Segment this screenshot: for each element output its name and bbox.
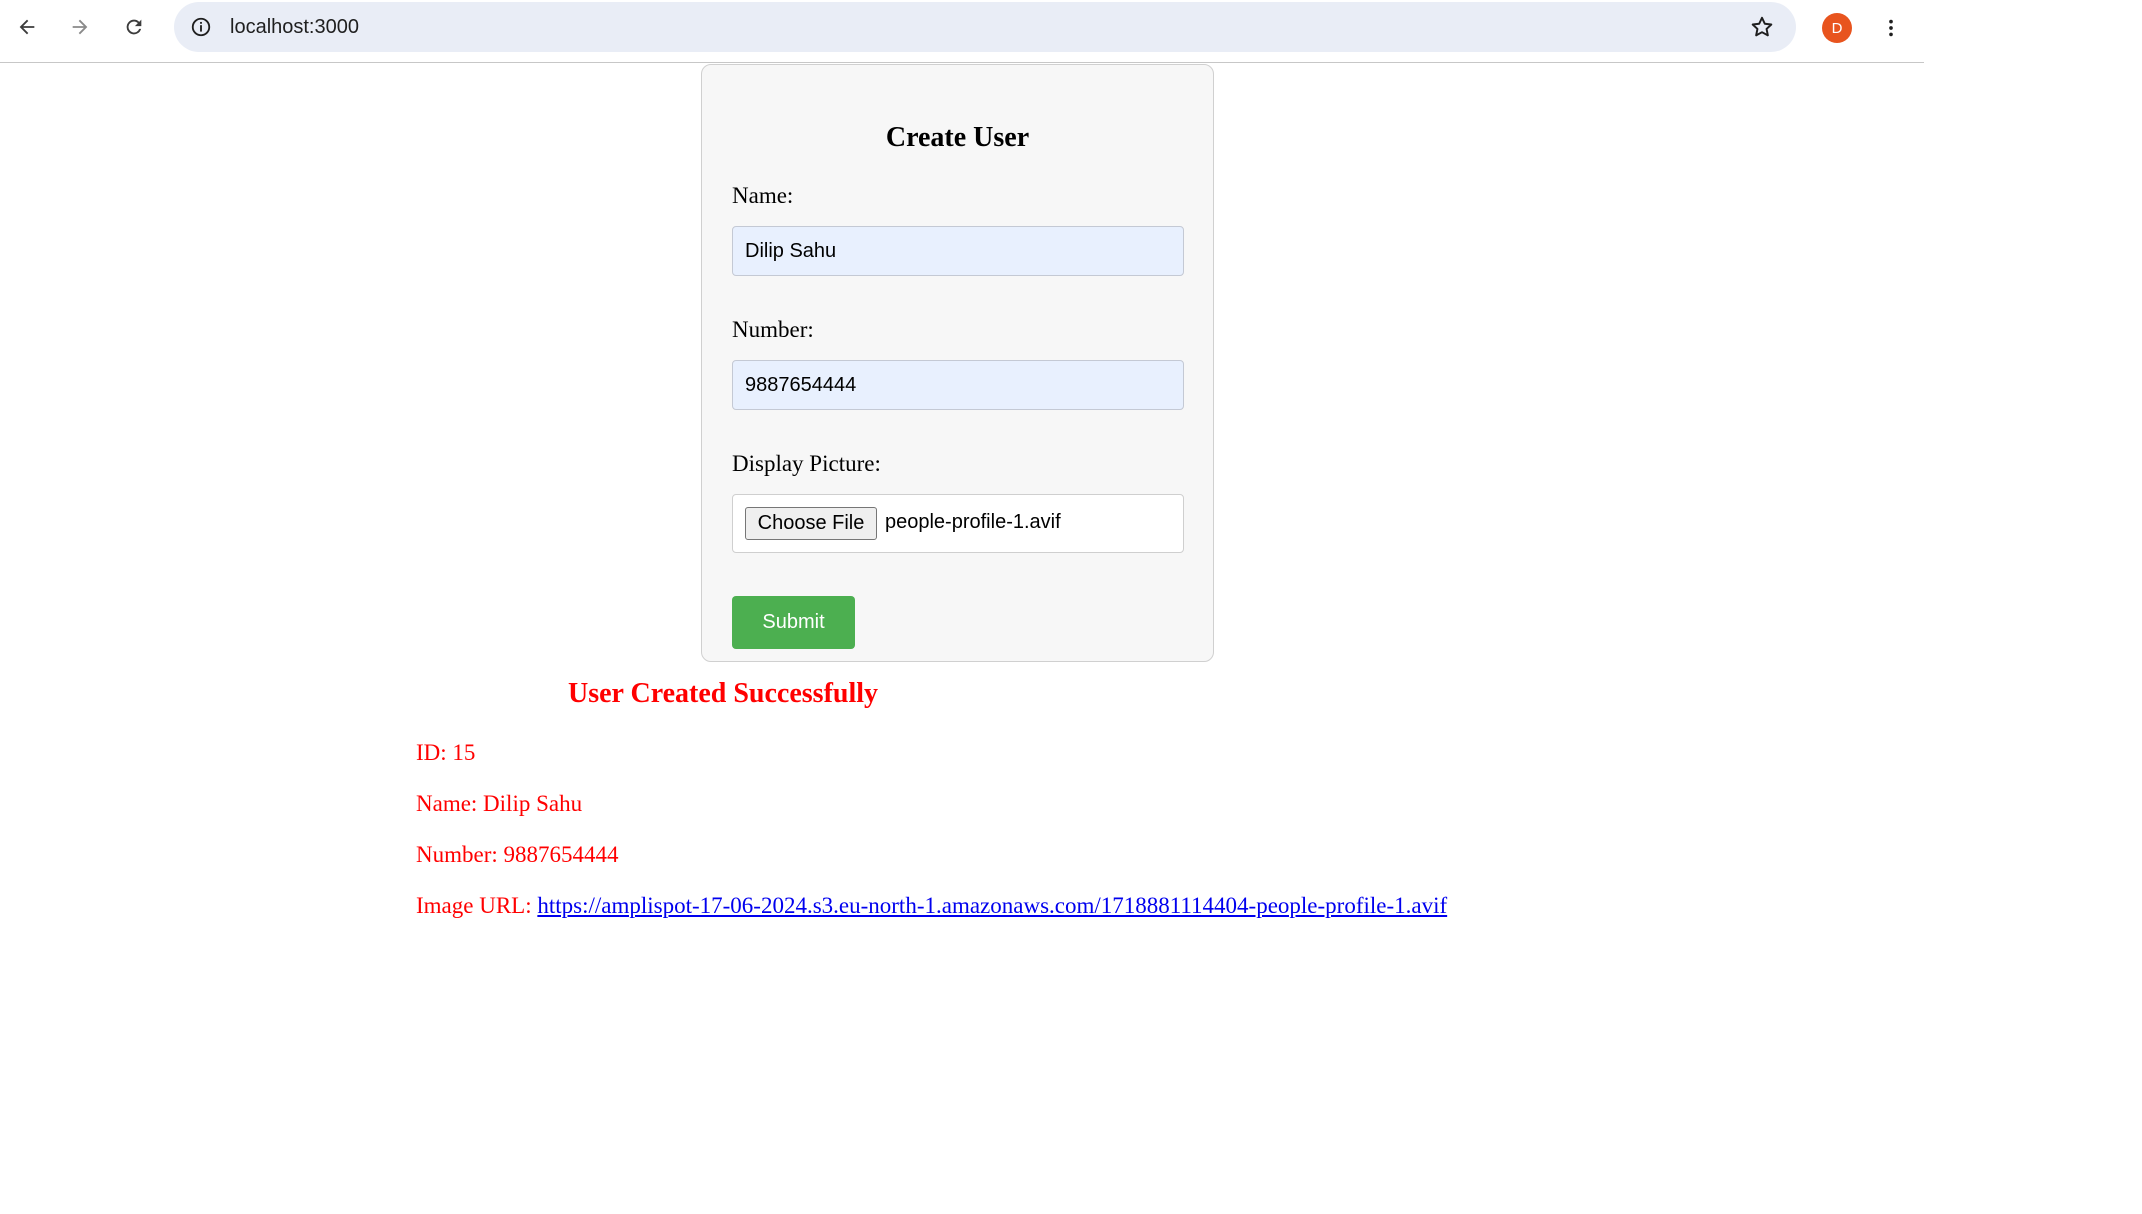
star-icon	[1751, 16, 1773, 37]
result-image-url: Image URL: https://amplispot-17-06-2024.…	[416, 893, 1447, 919]
site-info-button[interactable]	[184, 10, 218, 44]
result-number: Number: 9887654444	[416, 842, 619, 867]
choose-file-button[interactable]: Choose File	[745, 507, 877, 540]
number-input[interactable]	[732, 360, 1184, 410]
info-icon	[191, 17, 211, 37]
result-name: Name: Dilip Sahu	[416, 791, 583, 816]
name-input[interactable]	[732, 226, 1184, 276]
number-label: Number:	[732, 317, 814, 342]
image-url-link[interactable]: https://amplispot-17-06-2024.s3.eu-north…	[537, 893, 1447, 918]
back-arrow-icon	[19, 19, 35, 35]
kebab-menu-icon	[1889, 19, 1893, 37]
reload-icon	[126, 19, 142, 35]
name-label: Name:	[732, 183, 794, 208]
success-message: User Created Successfully	[568, 678, 879, 709]
reload-button[interactable]	[116, 9, 152, 45]
form-title: Create User	[885, 122, 1030, 153]
address-bar[interactable]: localhost:3000	[174, 2, 1796, 52]
browser-menu-button[interactable]	[1874, 11, 1908, 45]
image-url-label: Image URL:	[416, 893, 532, 918]
back-button[interactable]	[9, 9, 45, 45]
result-id: ID: 15	[416, 740, 476, 765]
forward-arrow-icon	[72, 19, 88, 35]
create-user-card: Create User Name: Number: Display Pictur…	[701, 64, 1214, 662]
url-text[interactable]: localhost:3000	[230, 16, 359, 39]
forward-button[interactable]	[62, 9, 98, 45]
submit-button[interactable]: Submit	[732, 596, 855, 649]
chosen-file-name: people-profile-1.avif	[885, 511, 1061, 533]
display-picture-label: Display Picture:	[732, 451, 881, 476]
display-picture-file-input[interactable]: Choose File people-profile-1.avif	[732, 494, 1184, 553]
browser-toolbar: localhost:3000 D	[0, 0, 1924, 63]
bookmark-button[interactable]	[1748, 13, 1776, 41]
profile-avatar[interactable]: D	[1822, 13, 1852, 43]
